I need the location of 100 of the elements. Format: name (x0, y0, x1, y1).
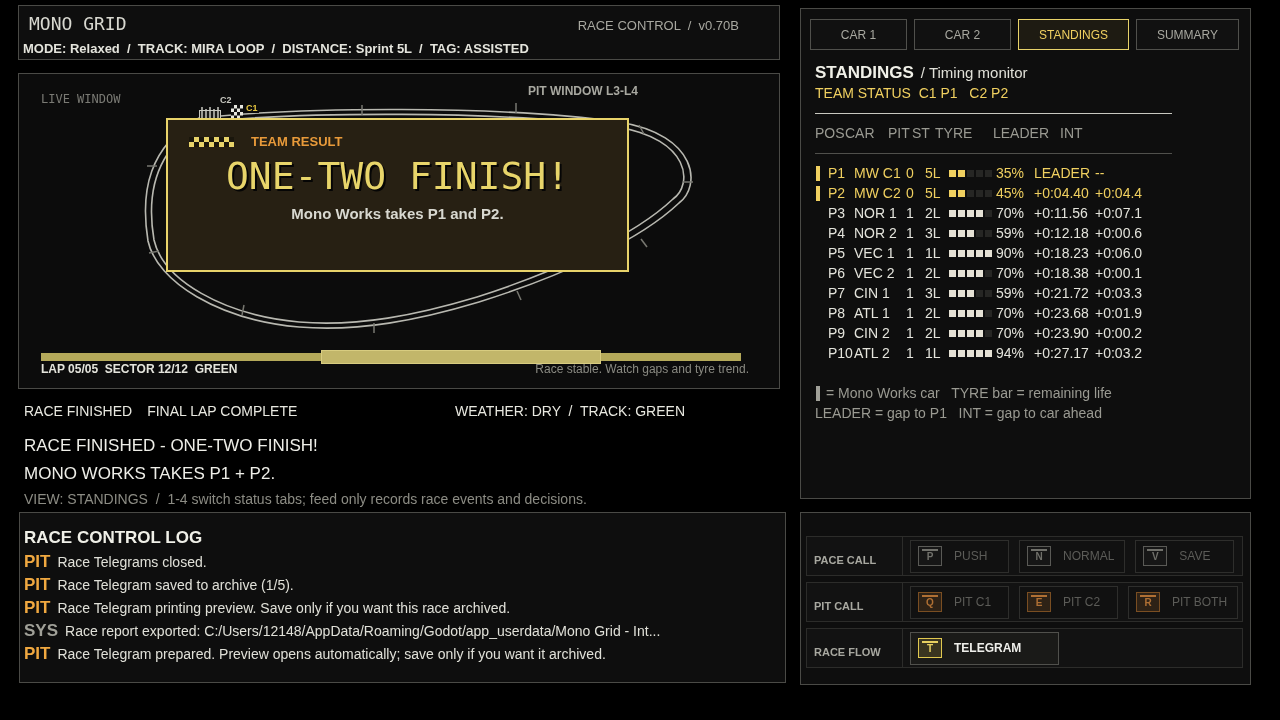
session-info: MODE: Relaxed / TRACK: MIRA LOOP / DISTANCE: Sprint 5L / TAG: ASSISTED (22, 41, 530, 57)
tyre-reading: 70% (996, 324, 1026, 343)
position-cell-text: P5 (828, 244, 847, 263)
app-title: MONO GRID (29, 14, 127, 34)
column-header: CAR (845, 124, 876, 142)
headline-text: RACE FINISHED - ONE-TWO FINISH! (24, 435, 319, 457)
status-tab[interactable]: STANDINGS (1018, 19, 1129, 50)
column-header: POS (815, 124, 845, 142)
column-header: ST (912, 124, 931, 142)
tyre-reading: 94% (996, 344, 1026, 363)
stint-cell-text: 2L (925, 304, 942, 323)
tyre-reading: 70% (996, 264, 1026, 283)
key-hint: E (1027, 592, 1051, 612)
position-cell-text: P3 (828, 204, 847, 223)
race-state-text: RACE FINISHED (24, 403, 133, 419)
pit-cell-text: 0 (906, 184, 915, 203)
log-entry: Race report exported: C:/Users/12148/AppData/Roaming/Godot/app_userdata/Mono Grid - Int... (65, 621, 661, 640)
car-label: C1 (245, 103, 259, 113)
interval-cell-text: +0:07.1 (1095, 204, 1143, 223)
tyre-life-meter (949, 289, 992, 297)
car-cell-text: CIN 1 (854, 284, 891, 303)
stint-cell-text: 1L (925, 344, 942, 363)
tyre-reading: 45% (996, 184, 1026, 203)
app-subtitle: RACE CONTROL / v0.70B (577, 18, 739, 34)
interval-cell-text: +0:04.4 (1095, 184, 1143, 203)
column-header: INT (1060, 124, 1083, 142)
result-title: ONE-TWO FINISH! (225, 156, 570, 196)
car-cell-text: NOR 1 (854, 204, 898, 223)
pit-cell-text: 1 (906, 344, 915, 363)
log-entry: Race Telegram saved to archive (1/5). (57, 575, 294, 594)
team-marker-icon (816, 385, 820, 401)
lap-status: LAP 05/05 SECTOR 12/12 GREEN (41, 361, 238, 377)
position-cell-text: P6 (828, 264, 847, 283)
team-status: TEAM STATUS C1 P1 C2 P2 (815, 84, 1010, 102)
column-header: PIT (888, 124, 911, 142)
command-button[interactable]: T TELEGRAM (910, 631, 1059, 665)
stint-cell-text: 2L (925, 264, 942, 283)
pit-cell-text: 1 (906, 244, 915, 263)
column-header: LEADER (993, 124, 1051, 142)
status-tab[interactable]: CAR 1 (810, 19, 907, 50)
tyre-life-meter (949, 169, 992, 177)
tyre-life-meter (949, 309, 992, 317)
interval-cell-text: +0:03.2 (1095, 344, 1143, 363)
key-hint: T (918, 638, 942, 658)
panel-title: STANDINGS (815, 62, 914, 84)
tyre-reading: 70% (996, 204, 1026, 223)
control-row-label: PIT CALL (807, 583, 903, 621)
interval-cell-text: +0:06.0 (1095, 244, 1143, 263)
tyre-reading: 35% (996, 164, 1026, 183)
tyre-reading: 90% (996, 244, 1026, 263)
leader-gap-cell-text: +0:18.23 (1034, 244, 1090, 263)
position-cell-text: P4 (828, 224, 847, 243)
car-label: C2 (219, 95, 233, 105)
key-hint: P (918, 546, 942, 566)
tyre-life-meter (949, 209, 992, 217)
leader-gap-cell-text: +0:27.17 (1034, 344, 1090, 363)
legend-text: = Mono Works car TYRE bar = remaining life (826, 384, 1112, 403)
race-state-text: FINAL LAP COMPLETE (147, 403, 298, 419)
tyre-life-meter (949, 249, 992, 257)
pit-cell-text: 0 (906, 164, 915, 183)
tyre-life-meter (949, 229, 992, 237)
stint-cell-text: 5L (925, 184, 942, 203)
pit-cell-text: 1 (906, 324, 915, 343)
car-cell-text: VEC 1 (854, 244, 896, 263)
status-tab[interactable]: SUMMARY (1136, 19, 1239, 50)
log-tag: PIT (24, 642, 51, 665)
interval-cell-text: +0:00.2 (1095, 324, 1143, 343)
interval-cell-text: -- (1095, 164, 1105, 183)
tyre-life-meter (949, 329, 992, 337)
position-cell-text: P8 (828, 304, 847, 323)
leader-gap-cell-text: +0:21.72 (1034, 284, 1090, 303)
pit-cell-text: 1 (906, 284, 915, 303)
interval-cell-text: +0:01.9 (1095, 304, 1143, 323)
key-hint: N (1027, 546, 1051, 566)
panel-subtitle: / Timing monitor (920, 63, 1028, 83)
position-cell-text: P9 (828, 324, 847, 343)
result-message: Mono Works takes P1 and P2. (291, 204, 504, 224)
stint-cell-text: 2L (925, 204, 942, 223)
log-tag: PIT (24, 573, 51, 596)
log-entry: Race Telegram printing preview. Save only if you want this race archived. (57, 598, 511, 617)
checkered-flag-icon (231, 105, 243, 119)
control-row-label: PACE CALL (807, 537, 903, 575)
leader-gap-cell-text: +0:23.68 (1034, 304, 1090, 323)
status-tab[interactable]: CAR 2 (914, 19, 1011, 50)
control-row-label: RACE FLOW (807, 629, 903, 667)
leader-gap-cell-text: +0:11.56 (1034, 204, 1089, 223)
log-entry: Race Telegrams closed. (57, 552, 207, 571)
position-cell-text: P7 (828, 284, 847, 303)
stint-cell-text: 5L (925, 164, 942, 183)
tyre-reading: 70% (996, 304, 1026, 323)
log-tag: PIT (24, 550, 51, 573)
car-cell-text: NOR 2 (854, 224, 898, 243)
leader-gap-cell-text: +0:23.90 (1034, 324, 1090, 343)
tyre-reading: 59% (996, 224, 1026, 243)
key-hint: R (1136, 592, 1160, 612)
interval-cell-text: +0:00.6 (1095, 224, 1143, 243)
conditions-text: WEATHER: DRY / TRACK: GREEN (455, 403, 685, 419)
stint-cell-text: 3L (925, 224, 942, 243)
log-tag: SYS (24, 619, 59, 642)
pit-cell-text: 1 (906, 204, 915, 223)
